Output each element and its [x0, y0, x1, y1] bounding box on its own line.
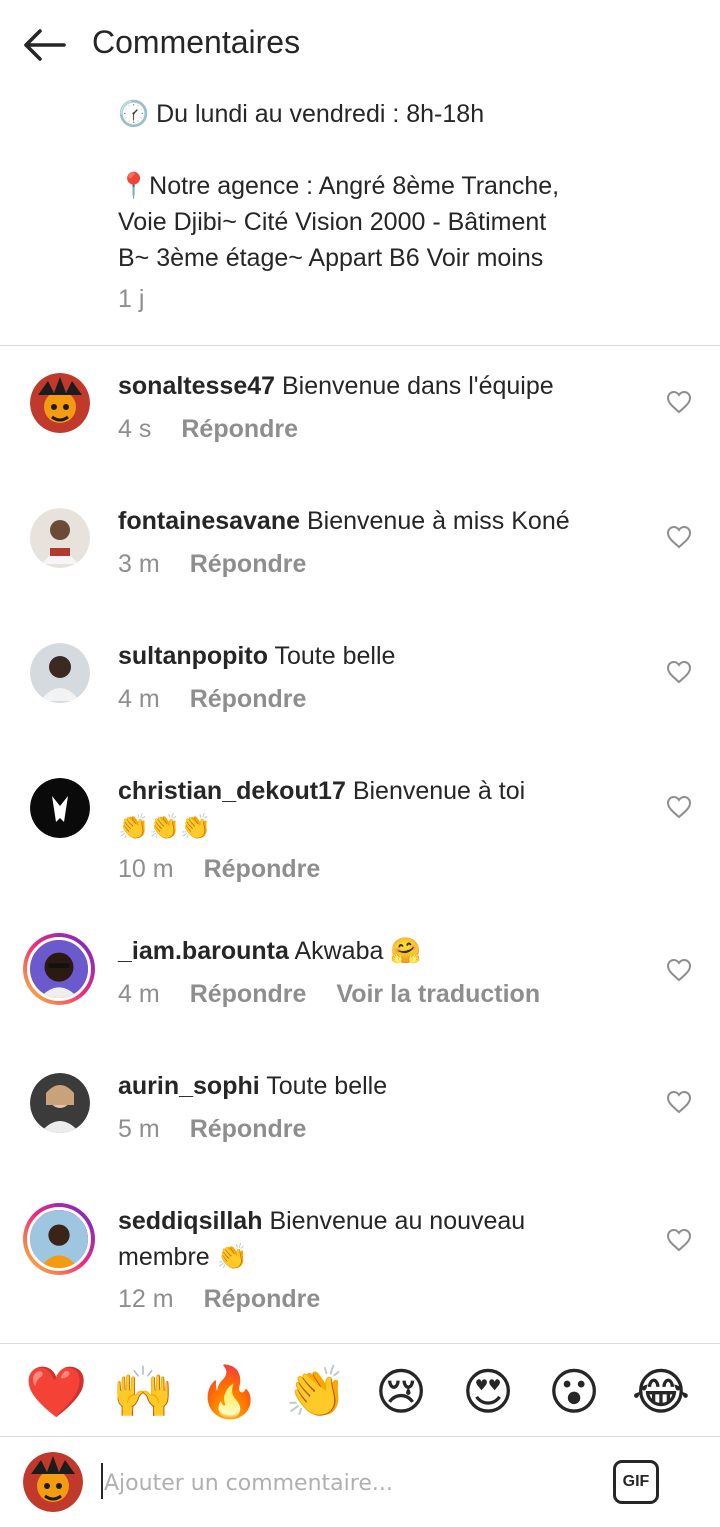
- avatar-with-story-ring[interactable]: [23, 1203, 95, 1275]
- comment-text: Bienvenue à toi: [352, 777, 526, 805]
- heart-icon[interactable]: [666, 1228, 692, 1252]
- comment-meta: 4 m Répondre: [118, 685, 306, 714]
- gif-button[interactable]: GIF: [613, 1460, 659, 1504]
- clock-icon: 🕜: [118, 100, 150, 128]
- avatar[interactable]: [30, 373, 90, 433]
- back-button[interactable]: [18, 22, 70, 68]
- heart-icon[interactable]: [666, 660, 692, 684]
- comment-body: fontainesavane Bienvenue à miss Koné: [118, 503, 638, 539]
- comment-emoji: 👏👏👏: [118, 813, 212, 841]
- heart-icon[interactable]: [666, 390, 692, 414]
- reply-button[interactable]: Répondre: [190, 685, 307, 713]
- comment-meta: 3 m Répondre: [118, 550, 306, 579]
- caption-address-2: Voie Djibi~ Cité Vision 2000 - Bâtiment: [118, 208, 547, 236]
- comment-body: christian_dekout17 Bienvenue à toi 👏👏👏: [118, 773, 638, 845]
- comment-body: _iam.barounta Akwaba 🤗: [118, 933, 638, 969]
- heart-icon[interactable]: [666, 958, 692, 982]
- comment-username[interactable]: fontainesavane: [118, 507, 300, 535]
- comment-meta: 4 m Répondre Voir la traduction: [118, 980, 540, 1009]
- comment-username[interactable]: aurin_sophi: [118, 1072, 260, 1100]
- comment-meta: 10 m Répondre: [118, 855, 320, 884]
- current-user-avatar: [23, 1452, 83, 1512]
- emoji-heart-button[interactable]: ❤️: [25, 1362, 87, 1422]
- comment-username[interactable]: sultanpopito: [118, 642, 268, 670]
- arrow-left-icon: [24, 29, 66, 61]
- reply-button[interactable]: Répondre: [190, 980, 307, 1008]
- emoji-surprised-button[interactable]: 😮: [544, 1362, 604, 1422]
- comment-text: Bienvenue au nouveau: [269, 1207, 526, 1235]
- comment-text: Bienvenue dans l'équipe: [282, 372, 554, 400]
- comment-input[interactable]: [104, 1463, 584, 1503]
- comment-meta: 5 m Répondre: [118, 1115, 306, 1144]
- comment-meta: 12 m Répondre: [118, 1285, 320, 1314]
- post-caption: 🕜 Du lundi au vendredi : 8h-18h 📍Notre a…: [118, 96, 678, 276]
- caption-address-3: B~ 3ème étage~ Appart B6: [118, 244, 420, 272]
- comment-text: Akwaba 🤗: [294, 937, 422, 965]
- comment-text-cont: membre 👏: [118, 1243, 248, 1271]
- pin-icon: 📍: [118, 172, 150, 200]
- reply-button[interactable]: Répondre: [181, 415, 298, 443]
- avatar[interactable]: [30, 643, 90, 703]
- caption-timestamp: 1 j: [118, 285, 145, 313]
- heart-icon[interactable]: [666, 795, 692, 819]
- emoji-heart-eyes-button[interactable]: 😍: [458, 1362, 518, 1422]
- comment-time: 4 m: [118, 685, 160, 713]
- heart-icon[interactable]: [666, 1090, 692, 1114]
- comment-text: Toute belle: [274, 642, 396, 670]
- page-title: Commentaires: [92, 24, 301, 60]
- see-less-link[interactable]: Voir moins: [427, 244, 544, 272]
- reply-button[interactable]: Répondre: [204, 855, 321, 883]
- text-caret: [101, 1463, 103, 1499]
- emoji-raised-hands-button[interactable]: 🙌: [112, 1362, 174, 1422]
- avatar[interactable]: [30, 508, 90, 568]
- emoji-quick-bar: ❤️ 🙌 🔥 👏 😢 😍 😮 😂: [0, 1344, 720, 1436]
- comment-text: Bienvenue à miss Koné: [306, 507, 570, 535]
- comment-body: sultanpopito Toute belle: [118, 638, 638, 674]
- caption-address-1: Notre agence : Angré 8ème Tranche,: [149, 172, 560, 200]
- comment-time: 4 m: [118, 980, 160, 1008]
- comment-username[interactable]: seddiqsillah: [118, 1207, 262, 1235]
- heart-icon[interactable]: [666, 525, 692, 549]
- comment-username[interactable]: _iam.barounta: [118, 937, 289, 965]
- comment-text: Toute belle: [266, 1072, 388, 1100]
- see-translation-button[interactable]: Voir la traduction: [336, 980, 540, 1008]
- comment-body: seddiqsillah Bienvenue au nouveau membre…: [118, 1203, 638, 1275]
- reply-button[interactable]: Répondre: [204, 1285, 321, 1313]
- divider: [0, 345, 720, 346]
- comment-body: sonaltesse47 Bienvenue dans l'équipe: [118, 368, 638, 404]
- comment-meta: 4 s Répondre: [118, 415, 298, 444]
- comment-time: 10 m: [118, 855, 174, 883]
- avatar[interactable]: [30, 1073, 90, 1133]
- reply-button[interactable]: Répondre: [190, 550, 307, 578]
- emoji-clap-button[interactable]: 👏: [285, 1362, 347, 1422]
- avatar[interactable]: [30, 778, 90, 838]
- emoji-fire-button[interactable]: 🔥: [198, 1362, 260, 1422]
- comment-body: aurin_sophi Toute belle: [118, 1068, 638, 1104]
- emoji-laughing-button[interactable]: 😂: [631, 1362, 691, 1422]
- comment-time: 5 m: [118, 1115, 160, 1143]
- comment-time: 12 m: [118, 1285, 174, 1313]
- comment-composer: GIF: [0, 1437, 720, 1527]
- comment-time: 4 s: [118, 415, 152, 443]
- comment-username[interactable]: sonaltesse47: [118, 372, 275, 400]
- emoji-sad-button[interactable]: 😢: [371, 1362, 431, 1422]
- top-bar: Commentaires: [0, 0, 720, 90]
- comment-username[interactable]: christian_dekout17: [118, 777, 346, 805]
- caption-hours: Du lundi au vendredi : 8h-18h: [156, 100, 485, 128]
- comment-time: 3 m: [118, 550, 160, 578]
- reply-button[interactable]: Répondre: [190, 1115, 307, 1143]
- avatar-with-story-ring[interactable]: [23, 933, 95, 1005]
